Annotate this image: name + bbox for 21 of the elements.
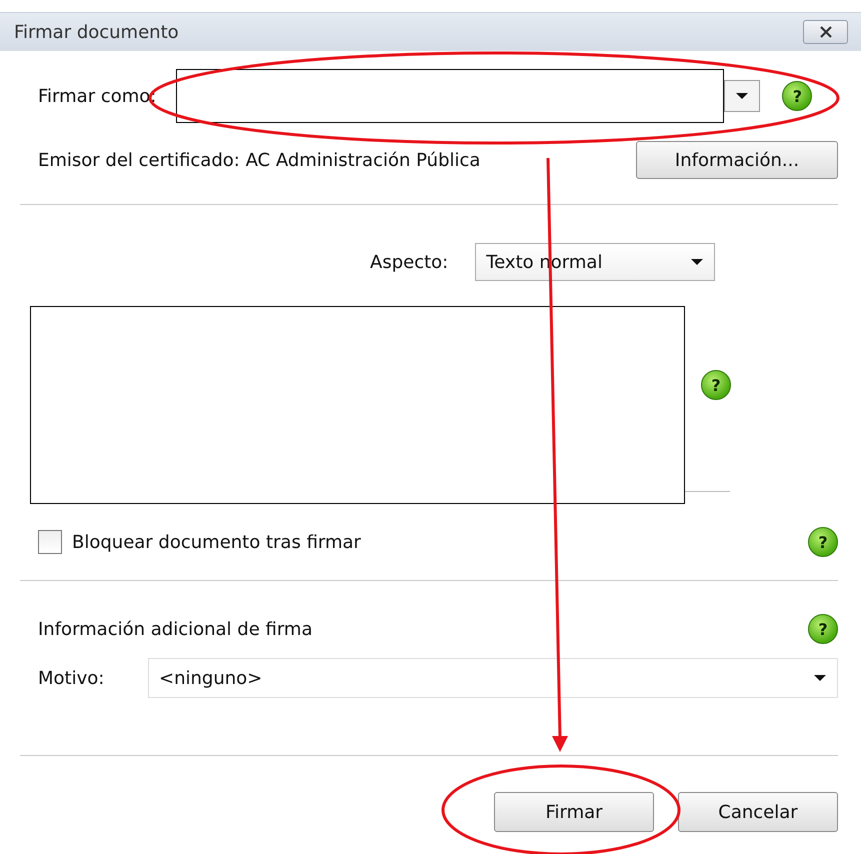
field-label: Aspecto: — [370, 252, 448, 272]
certificate-dropdown[interactable] — [176, 69, 760, 123]
help-icon[interactable]: ? — [808, 527, 838, 557]
dialog-button[interactable]: Cancelar — [678, 792, 838, 832]
issuer-text: Emisor del certificado: AC Administración Pública — [38, 150, 480, 170]
caret-icon — [735, 92, 750, 100]
field-label: Motivo: — [38, 668, 106, 688]
caret-icon — [813, 674, 827, 682]
info-button[interactable]: Información... — [636, 141, 838, 179]
dialog-button[interactable]: Firmar — [494, 792, 654, 832]
caret-icon — [690, 258, 704, 266]
help-icon[interactable]: ? — [701, 370, 731, 400]
help-icon[interactable]: ? — [808, 614, 838, 644]
help-icon[interactable]: ? — [782, 81, 812, 111]
close-icon — [818, 26, 834, 38]
close-button[interactable] — [803, 20, 848, 44]
section-title: Información adicional de firma — [38, 618, 312, 640]
checkbox-label: Bloquear documento tras firmar — [72, 532, 361, 552]
checkbox[interactable] — [38, 530, 62, 554]
window-title: Firmar documento — [14, 22, 179, 42]
reason-dropdown[interactable]: <ninguno> — [148, 658, 838, 698]
